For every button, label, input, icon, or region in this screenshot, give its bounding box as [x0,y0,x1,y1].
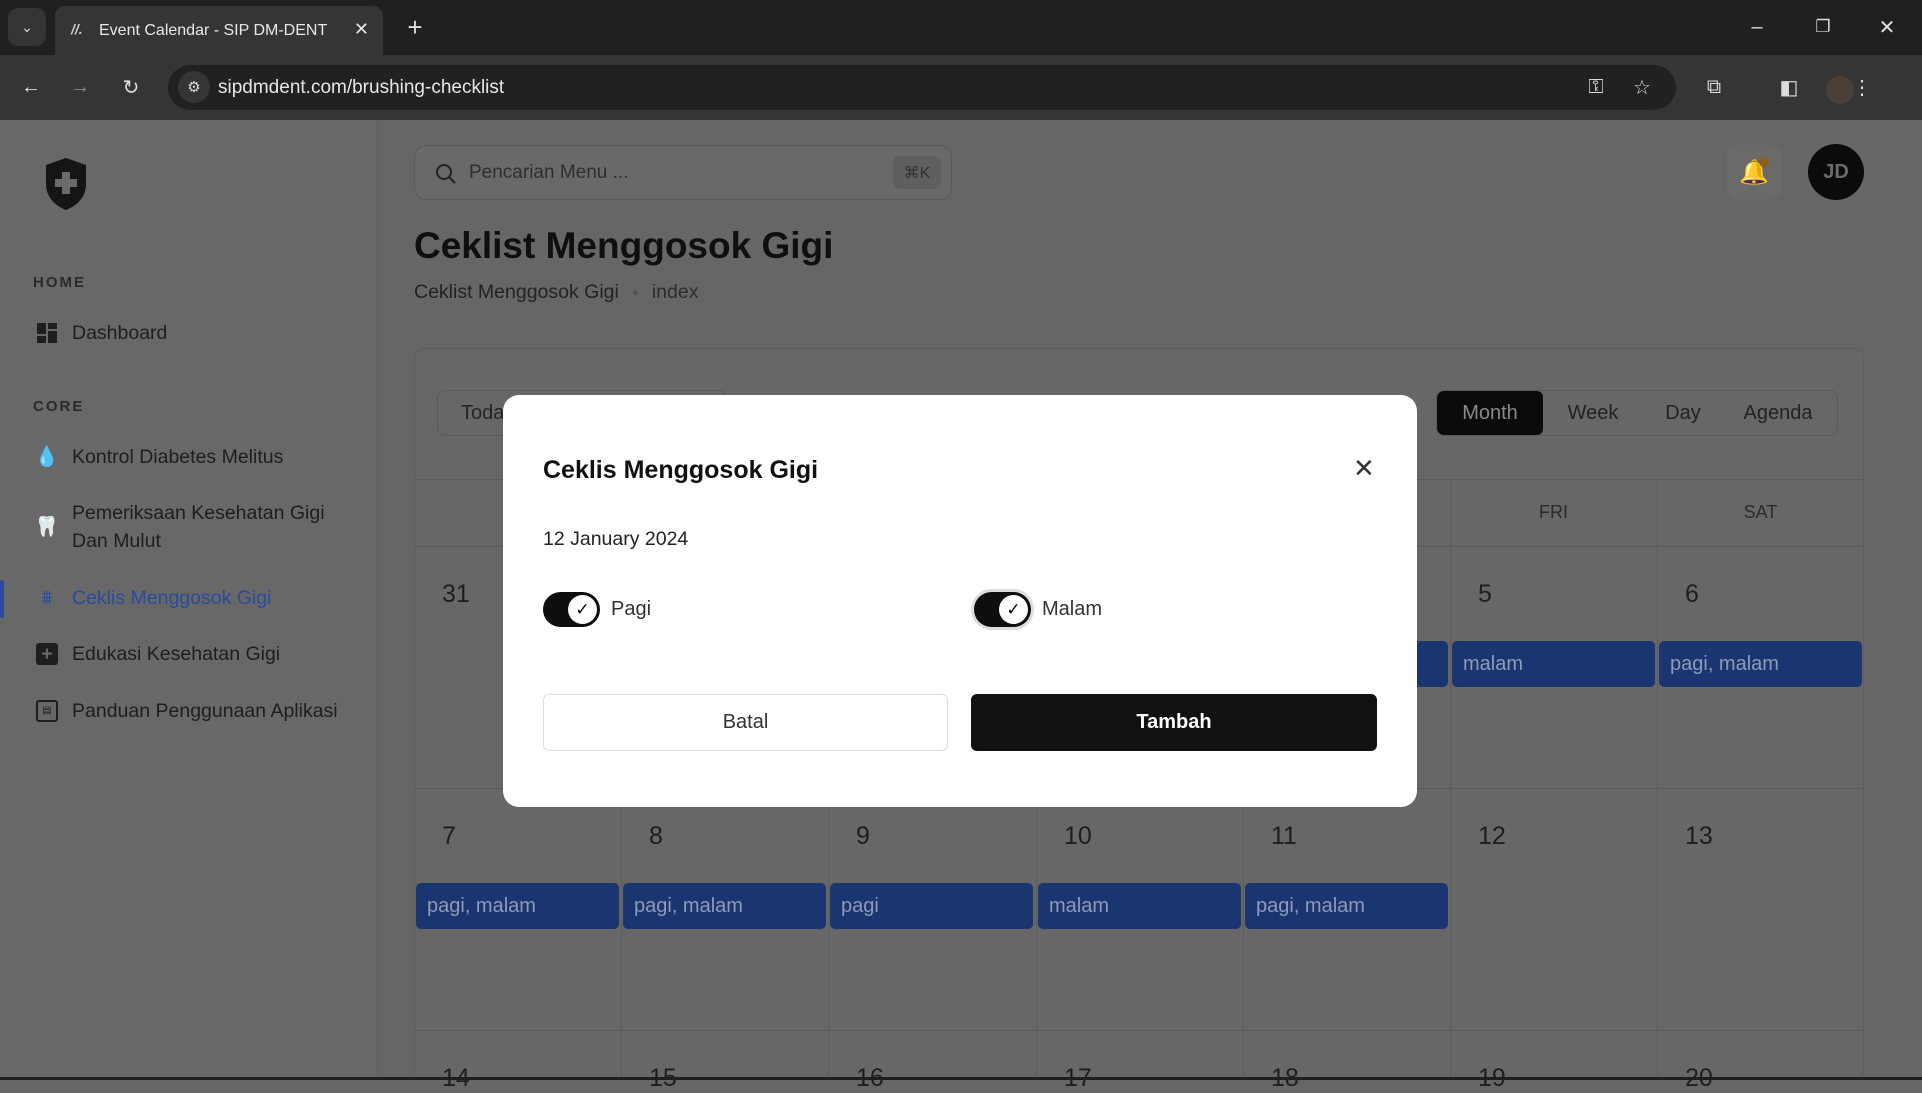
submit-button[interactable]: Tambah [971,694,1377,751]
sidebar-item-pemeriksaan[interactable]: 🦷 Pemeriksaan Kesehatan Gigi Dan Mulut [34,499,356,555]
calendar-event[interactable]: pagi, malam [416,883,619,929]
sidebar-item-label: Edukasi Kesehatan Gigi [72,643,281,665]
grid-line [1657,479,1658,1080]
breadcrumb-current: index [651,281,699,303]
drop-icon: 💧 [34,446,60,468]
sidebar-item-panduan[interactable]: ▤ Panduan Penggunaan Aplikasi [36,697,356,725]
calendar-event[interactable]: pagi, malam [1245,883,1448,929]
option-pagi: ✓ Pagi [543,592,651,627]
check-icon: ✓ [1006,599,1021,619]
sidebar-item-label: Kontrol Diabetes Melitus [72,446,284,468]
shield-logo-icon [46,158,86,210]
site-favicon-icon: //. [71,21,83,37]
pagi-toggle[interactable]: ✓ [543,592,600,627]
date-number[interactable]: 9 [856,822,870,851]
tab-close-icon[interactable]: ✕ [354,19,369,40]
brushing-icon: ⩩ [41,587,53,609]
forward-icon[interactable]: → [63,70,97,104]
brushing-checklist-modal: Ceklis Menggosok Gigi ✕ 12 January 2024 … [503,395,1417,807]
day-header: FRI [1539,502,1568,522]
grid-line [414,1030,1864,1031]
today-label: Toda [461,401,505,424]
view-day[interactable]: Day [1643,391,1723,435]
page-title: Ceklist Menggosok Gigi [414,225,834,266]
malam-label: Malam [1042,598,1103,620]
date-number[interactable]: 11 [1271,822,1297,851]
date-number[interactable]: 10 [1064,822,1092,851]
plus-box-icon: + [36,643,58,665]
day-header: SAT [1743,502,1778,522]
close-icon[interactable]: ✕ [1353,453,1375,484]
sidebar-item-label: Ceklis Menggosok Gigi [72,587,272,609]
section-label-home: HOME [33,274,86,291]
minimize-icon[interactable]: – [1740,10,1774,44]
option-malam: ✓ Malam [974,592,1102,627]
browser-tab-bar: ⌄ //. Event Calendar - SIP DM-DENT ✕ + –… [0,0,1922,55]
password-key-icon[interactable]: ⚿ [1580,71,1612,103]
sidebar-item-edukasi[interactable]: + Edukasi Kesehatan Gigi [36,640,356,668]
calendar-event[interactable]: malam [1452,641,1655,687]
side-panel-icon[interactable]: ◧ [1772,70,1806,104]
date-number[interactable]: 8 [649,822,663,851]
search-icon [436,164,456,184]
calendar-event[interactable]: pagi, malam [1659,641,1862,687]
bookmark-star-icon[interactable]: ☆ [1626,71,1658,103]
notification-button[interactable]: 🔔 [1727,145,1781,199]
restore-icon[interactable]: ❐ [1806,10,1840,44]
active-indicator [0,580,4,618]
search-placeholder: Pencarian Menu ... [469,161,629,183]
cancel-button[interactable]: Batal [543,694,948,751]
sidebar-item-label: Pemeriksaan Kesehatan Gigi Dan Mulut [72,502,325,552]
view-agenda[interactable]: Agenda [1723,391,1833,435]
user-avatar[interactable]: JD [1808,144,1864,200]
date-number[interactable]: 6 [1685,580,1699,609]
address-bar[interactable]: ⚙ sipdmdent.com/brushing-checklist ⚿ ☆ [168,65,1676,110]
url-text: sipdmdent.com/brushing-checklist [218,76,505,98]
date-number[interactable]: 12 [1478,822,1506,851]
sidebar-item-dashboard[interactable]: Dashboard [36,319,356,347]
calendar-event[interactable]: pagi, malam [623,883,826,929]
modal-date: 12 January 2024 [543,528,689,550]
site-info-icon[interactable]: ⚙ [178,71,210,103]
back-icon[interactable]: ← [14,70,48,104]
view-switcher: Month Week Day Agenda [1436,390,1838,436]
breadcrumb: Ceklist Menggosok Gigi index [414,281,698,304]
view-week[interactable]: Week [1543,391,1643,435]
extensions-icon[interactable]: ⧉ [1697,70,1731,104]
sidebar-item-label: Dashboard [72,322,168,344]
notification-dot [1759,157,1769,167]
modal-title: Ceklis Menggosok Gigi [543,456,819,484]
dashboard-icon [36,322,58,344]
date-number[interactable]: 5 [1478,580,1492,609]
breadcrumb-separator [632,290,638,295]
grid-line [1450,479,1451,1080]
check-icon: ✓ [575,599,590,619]
section-label-core: CORE [33,398,85,415]
reload-icon[interactable]: ↻ [114,70,148,104]
tooth-icon: 🦷 [34,516,60,538]
calendar-event[interactable]: pagi [830,883,1033,929]
calendar-event[interactable]: malam [1038,883,1241,929]
tab-list-chevron-icon[interactable]: ⌄ [8,8,46,46]
profile-avatar-icon[interactable] [1826,76,1854,104]
window-close-icon[interactable]: ✕ [1870,10,1904,44]
date-number[interactable]: 31 [442,580,470,609]
tab-title: Event Calendar - SIP DM-DENT [99,21,328,39]
breadcrumb-item[interactable]: Ceklist Menggosok Gigi [414,281,619,304]
sidebar-item-ceklis-menggosok-gigi[interactable]: ⩩ Ceklis Menggosok Gigi [36,584,356,612]
date-number[interactable]: 7 [442,822,456,851]
malam-toggle[interactable]: ✓ [974,592,1031,627]
sidebar-item-kontrol-diabetes[interactable]: 💧 Kontrol Diabetes Melitus [34,443,356,471]
search-input[interactable]: Pencarian Menu ... ⌘K [414,145,952,200]
shortcut-badge: ⌘K [893,156,941,189]
view-month[interactable]: Month [1437,391,1543,435]
browser-tab[interactable]: //. Event Calendar - SIP DM-DENT ✕ [55,6,383,55]
sidebar-item-label: Panduan Penggunaan Aplikasi [72,700,338,722]
pagi-label: Pagi [611,598,652,620]
sidebar: HOME Dashboard CORE 💧 Kontrol Diabetes M… [0,120,378,1077]
new-tab-icon[interactable]: + [398,10,432,44]
date-number[interactable]: 13 [1685,822,1713,851]
guide-icon: ▤ [36,700,58,722]
